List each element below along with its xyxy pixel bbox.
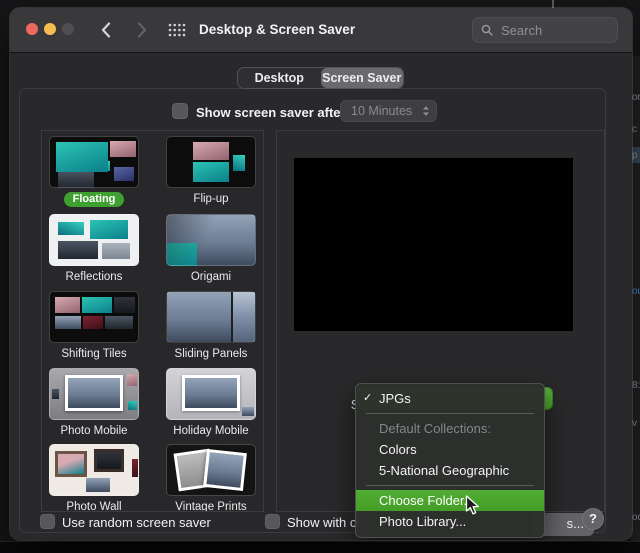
saver-item-floating[interactable]: Floating <box>42 136 149 207</box>
reflections-thumbnail[interactable] <box>49 214 139 266</box>
menu-item-label: Photo Library... <box>379 514 467 529</box>
close-button[interactable] <box>26 23 38 35</box>
screensaver-preview <box>294 158 573 331</box>
tab-desktop[interactable]: Desktop <box>238 68 321 88</box>
checkmark-icon: ✓ <box>363 392 373 404</box>
background-text-fragment: 8: <box>632 380 640 391</box>
saver-item-origami[interactable]: Origami <box>156 214 263 284</box>
holiday-mobile-thumbnail[interactable] <box>166 368 256 420</box>
menu-item-colors[interactable]: Colors <box>356 439 544 460</box>
search-icon <box>481 24 493 36</box>
saver-name: Shifting Tiles <box>61 348 127 360</box>
menu-item-5-national-geographic[interactable]: 5-National Geographic <box>356 460 544 481</box>
back-button[interactable] <box>96 20 116 40</box>
background-text-fragment: on <box>632 92 640 103</box>
saver-item-holiday-mobile[interactable]: Holiday Mobile <box>156 368 263 438</box>
menu-separator <box>356 481 544 490</box>
saver-name: Holiday Mobile <box>173 425 249 437</box>
show-all-grid-icon[interactable] <box>168 23 186 42</box>
saver-item-sliding-panels[interactable]: Sliding Panels <box>156 291 263 361</box>
vintage-prints-thumbnail[interactable] <box>166 444 256 496</box>
shifting-tiles-thumbnail[interactable] <box>49 291 139 343</box>
help-button[interactable]: ? <box>582 508 604 530</box>
saver-name: Reflections <box>65 271 123 283</box>
tab-screen-saver[interactable]: Screen Saver <box>320 68 403 88</box>
saver-item-vintage-prints[interactable]: Vintage Prints <box>156 444 263 512</box>
menu-item-label: JPGs <box>379 391 411 406</box>
saver-item-shifting-tiles[interactable]: Shifting Tiles <box>42 291 149 361</box>
saver-name: Photo Mobile <box>60 425 128 437</box>
saver-name: Sliding Panels <box>174 348 248 360</box>
desktop-bottom-strip <box>0 541 640 553</box>
minimize-button[interactable] <box>44 23 56 35</box>
chevron-left-icon <box>101 22 111 38</box>
saver-name: Floating <box>42 192 149 207</box>
title-bar: Desktop & Screen Saver <box>10 8 632 53</box>
source-menu: ✓ JPGs Default Collections: Colors 5-Nationa… <box>355 383 545 538</box>
search-field[interactable] <box>472 17 618 43</box>
saver-item-flipup[interactable]: Flip-up <box>156 136 263 206</box>
photo-mobile-thumbnail[interactable] <box>49 368 139 420</box>
desktop-screensaver-window: Desktop & Screen Saver Desktop Screen Sa… <box>10 8 632 540</box>
saver-name: Vintage Prints <box>175 501 247 512</box>
tab-bar: Desktop Screen Saver <box>237 67 404 89</box>
origami-thumbnail[interactable] <box>166 214 256 266</box>
selected-saver-pill: Floating <box>63 192 125 207</box>
flipup-thumbnail[interactable] <box>166 136 256 188</box>
window-title: Desktop & Screen Saver <box>199 22 356 37</box>
saver-item-photo-wall[interactable]: Photo Wall <box>42 444 149 512</box>
background-text-fragment: c <box>632 124 637 135</box>
saver-name: Origami <box>190 271 232 283</box>
menu-item-label: 5-National Geographic <box>379 463 510 478</box>
chevron-right-icon <box>137 22 147 38</box>
saver-item-photo-mobile[interactable]: Photo Mobile <box>42 368 149 438</box>
floating-thumbnail[interactable] <box>49 136 139 188</box>
menu-section-header: Default Collections: <box>379 421 491 436</box>
background-text-fragment: oc <box>632 512 640 523</box>
background-text-fragment: p <box>632 150 638 161</box>
sliding-panels-thumbnail[interactable] <box>166 291 256 343</box>
photo-wall-thumbnail[interactable] <box>49 444 139 496</box>
menu-item-choose-folder[interactable]: Choose Folder... <box>356 490 544 511</box>
menu-item-photo-library[interactable]: Photo Library... <box>356 511 544 532</box>
search-input[interactable] <box>499 21 609 39</box>
mouse-cursor <box>465 495 480 521</box>
menu-item-label: Choose Folder... <box>379 493 475 508</box>
background-text-fragment: ou <box>632 286 640 297</box>
background-text-fragment: v <box>632 418 637 429</box>
menu-separator <box>356 409 544 418</box>
background-window-sliver: on c p ou 8: v oc <box>631 56 640 542</box>
screensaver-list[interactable]: Floating Flip-up Reflections Origami Shiftin… <box>41 130 264 512</box>
forward-button <box>132 20 152 40</box>
saver-item-reflections[interactable]: Reflections <box>42 214 149 284</box>
saver-name: Flip-up <box>193 193 229 205</box>
menu-item-label: Colors <box>379 442 417 457</box>
menu-item-jpgs[interactable]: ✓ JPGs <box>356 388 544 409</box>
zoom-button <box>62 23 74 35</box>
saver-name: Photo Wall <box>66 501 122 512</box>
